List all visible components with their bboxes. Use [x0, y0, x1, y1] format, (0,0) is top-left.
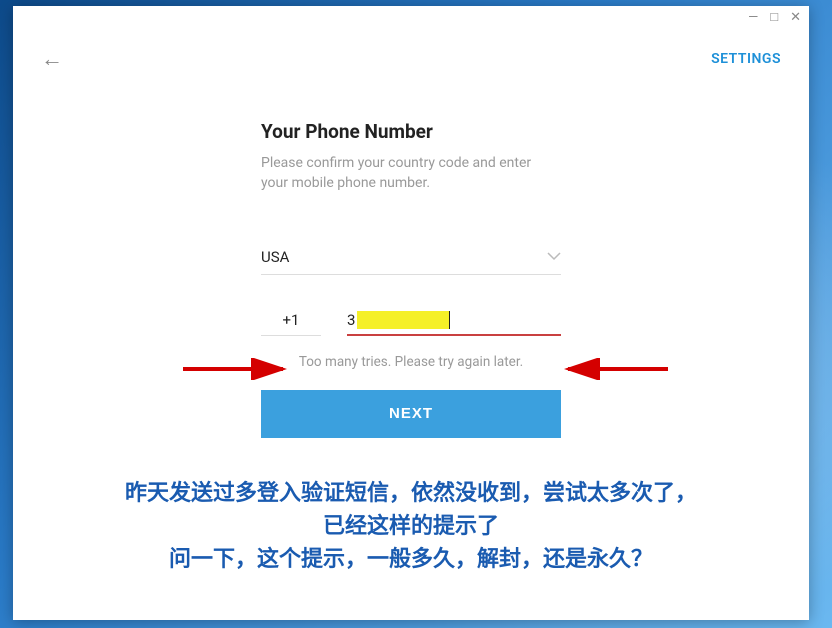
annotation-text: 昨天发送过多登入验证短信，依然没收到，尝试太多次了， 已经这样的提示了 问一下，…: [31, 476, 791, 575]
annotation-line2: 已经这样的提示了: [31, 509, 791, 542]
maximize-button[interactable]: □: [770, 11, 778, 24]
settings-link[interactable]: SETTINGS: [711, 51, 781, 67]
next-button[interactable]: NEXT: [261, 390, 561, 438]
app-window: — □ ✕ ← SETTINGS Your Phone Number Pleas…: [13, 6, 809, 620]
phone-prefix: 3: [347, 311, 355, 329]
country-value: USA: [261, 248, 289, 266]
annotation-line3: 问一下，这个提示，一般多久，解封，还是永久？: [31, 542, 791, 575]
page-subtitle: Please confirm your country code and ent…: [261, 153, 561, 194]
dial-code-input[interactable]: +1: [261, 311, 321, 336]
annotation-arrow-left-icon: [183, 358, 293, 380]
back-arrow-icon[interactable]: ←: [41, 46, 63, 72]
annotation-line1: 昨天发送过多登入验证短信，依然没收到，尝试太多次了，: [31, 476, 791, 509]
text-caret: [449, 311, 450, 329]
login-form: Your Phone Number Please confirm your co…: [261, 120, 561, 438]
phone-number-input[interactable]: 3: [347, 311, 561, 336]
country-select[interactable]: USA: [261, 248, 561, 275]
close-button[interactable]: ✕: [790, 11, 801, 24]
annotation-arrow-right-icon: [558, 358, 668, 380]
page-title: Your Phone Number: [261, 120, 561, 143]
header-row: ← SETTINGS: [13, 28, 809, 72]
error-message: Too many tries. Please try again later.: [261, 354, 561, 370]
redacted-highlight: [357, 311, 449, 329]
window-titlebar: — □ ✕: [13, 6, 809, 28]
chevron-down-icon: [547, 250, 561, 264]
minimize-button[interactable]: —: [748, 11, 758, 24]
phone-row: +1 3: [261, 311, 561, 336]
